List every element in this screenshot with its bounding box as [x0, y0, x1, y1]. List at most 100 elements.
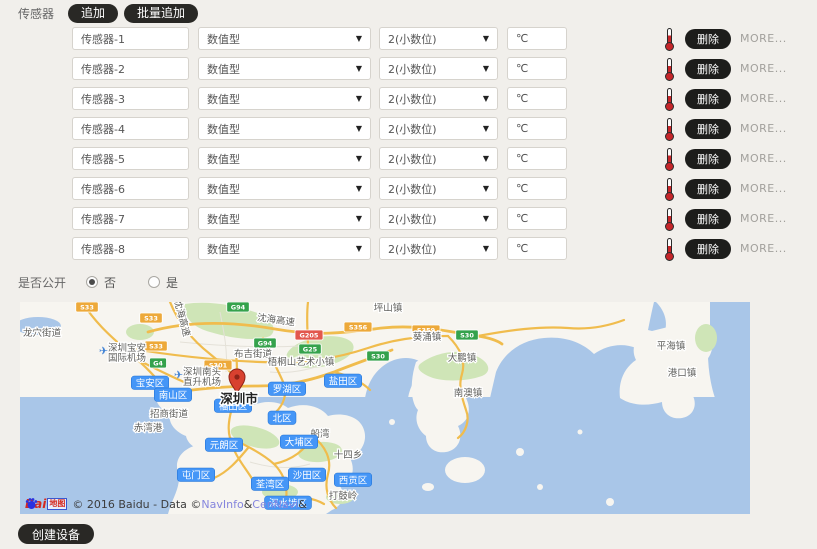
road-shield-label: S30 [460, 332, 474, 340]
sensor-type-value: 数值型 [207, 241, 240, 257]
island [606, 498, 614, 506]
road-shield-label: G94 [258, 340, 273, 348]
more-link[interactable]: MORE... [740, 212, 787, 225]
sensor-type-select[interactable]: 数值型 ▼ [198, 237, 371, 260]
delete-sensor-button[interactable]: 删除 [685, 149, 731, 169]
sensor-row: 数值型 ▼ 2(小数位) ▼ 删除 MORE... [72, 237, 817, 260]
sensor-decimals-select[interactable]: 2(小数位) ▼ [379, 177, 498, 200]
delete-sensor-button[interactable]: 删除 [685, 59, 731, 79]
sensor-name-input[interactable] [72, 27, 189, 50]
add-sensor-button[interactable]: 追加 [68, 4, 118, 23]
delete-sensor-button[interactable]: 删除 [685, 239, 731, 259]
more-link[interactable]: MORE... [740, 62, 787, 75]
road-shield-label: G4 [153, 360, 163, 368]
sensor-name-input[interactable] [72, 87, 189, 110]
sensor-type-select[interactable]: 数值型 ▼ [198, 177, 371, 200]
sensor-type-select[interactable]: 数值型 ▼ [198, 207, 371, 230]
radio-button[interactable] [148, 276, 160, 288]
chevron-down-icon: ▼ [483, 65, 489, 73]
road-shield-label: S33 [149, 343, 163, 351]
sensor-type-select[interactable]: 数值型 ▼ [198, 117, 371, 140]
more-link[interactable]: MORE... [740, 242, 787, 255]
sensor-name-input[interactable] [72, 207, 189, 230]
sensor-name-input[interactable] [72, 57, 189, 80]
chevron-down-icon: ▼ [356, 35, 362, 43]
baidu-paw-icon [25, 497, 38, 510]
sensor-name-input[interactable] [72, 117, 189, 140]
sensor-unit-input[interactable] [507, 57, 567, 80]
sensor-name-input[interactable] [72, 177, 189, 200]
island [422, 483, 434, 491]
radio-label: 是 [166, 274, 178, 291]
sensor-decimals-value: 2(小数位) [388, 61, 437, 77]
radio-option[interactable]: 是 [148, 274, 178, 291]
more-link[interactable]: MORE... [740, 122, 787, 135]
chevron-down-icon: ▼ [483, 215, 489, 223]
batch-add-sensor-button[interactable]: 批量追加 [124, 4, 198, 23]
cennavi-link[interactable]: CenNavi [252, 498, 298, 511]
sensor-type-select[interactable]: 数值型 ▼ [198, 87, 371, 110]
district-badge-label: 宝安区 [136, 378, 165, 390]
sensor-unit-input[interactable] [507, 207, 567, 230]
create-device-button[interactable]: 创建设备 [18, 524, 94, 544]
sensor-decimals-select[interactable]: 2(小数位) ▼ [379, 27, 498, 50]
sensor-type-value: 数值型 [207, 211, 240, 227]
delete-sensor-button[interactable]: 删除 [685, 209, 731, 229]
baidu-map[interactable]: S33S33S33G94G94G4S301G205G25S356S359S30S… [20, 302, 750, 514]
sensor-unit-input[interactable] [507, 177, 567, 200]
place-label: 大鹏镇 [448, 352, 477, 364]
thermometer-icon [664, 87, 675, 111]
delete-sensor-button[interactable]: 删除 [685, 119, 731, 139]
sensor-unit-input[interactable] [507, 117, 567, 140]
sensor-unit-input[interactable] [507, 147, 567, 170]
radio-button[interactable] [86, 276, 98, 288]
more-link[interactable]: MORE... [740, 152, 787, 165]
chevron-down-icon: ▼ [356, 245, 362, 253]
chevron-down-icon: ▼ [356, 95, 362, 103]
sensor-type-value: 数值型 [207, 121, 240, 137]
visibility-row: 是否公开 否是 [18, 274, 817, 290]
chevron-down-icon: ▼ [356, 155, 362, 163]
map-attribution: Bai 地图 © 2016 Baidu - Data © NavInfo & C… [25, 497, 307, 511]
map-canvas[interactable]: S33S33S33G94G94G4S301G205G25S356S359S30S… [20, 302, 750, 514]
pin-city-label: 深圳市 [220, 391, 258, 406]
sensors-header: 传感器 追加 批量追加 [0, 0, 817, 22]
sensor-decimals-select[interactable]: 2(小数位) ▼ [379, 87, 498, 110]
radio-option[interactable]: 否 [86, 274, 116, 291]
delete-sensor-button[interactable]: 删除 [685, 89, 731, 109]
baidu-logo[interactable]: Bai 地图 [25, 497, 67, 511]
chevron-down-icon: ▼ [356, 215, 362, 223]
more-link[interactable]: MORE... [740, 92, 787, 105]
sensor-type-select[interactable]: 数值型 ▼ [198, 57, 371, 80]
delete-sensor-button[interactable]: 删除 [685, 29, 731, 49]
district-badge-label: 荃湾区 [256, 479, 285, 491]
sensor-name-input[interactable] [72, 147, 189, 170]
sensor-decimals-select[interactable]: 2(小数位) ▼ [379, 117, 498, 140]
sensor-decimals-select[interactable]: 2(小数位) ▼ [379, 147, 498, 170]
place-label: 葵涌镇 [413, 331, 442, 343]
sensor-unit-input[interactable] [507, 237, 567, 260]
sensor-unit-input[interactable] [507, 27, 567, 50]
sensor-type-select[interactable]: 数值型 ▼ [198, 27, 371, 50]
sensor-decimals-value: 2(小数位) [388, 91, 437, 107]
district-badge-label: 沙田区 [293, 471, 322, 482]
navinfo-link[interactable]: NavInfo [201, 498, 243, 511]
chevron-down-icon: ▼ [356, 185, 362, 193]
sensor-name-input[interactable] [72, 237, 189, 260]
district-badge-label: 西贡区 [339, 476, 368, 487]
thermometer-icon [664, 237, 675, 261]
sensor-decimals-value: 2(小数位) [388, 241, 437, 257]
sensor-decimals-select[interactable]: 2(小数位) ▼ [379, 57, 498, 80]
sensor-decimals-select[interactable]: 2(小数位) ▼ [379, 207, 498, 230]
sensor-unit-input[interactable] [507, 87, 567, 110]
sensor-type-select[interactable]: 数值型 ▼ [198, 147, 371, 170]
more-link[interactable]: MORE... [740, 182, 787, 195]
road-shield-label: S356 [349, 324, 368, 332]
sensor-decimals-value: 2(小数位) [388, 181, 437, 197]
sensor-decimals-value: 2(小数位) [388, 121, 437, 137]
more-link[interactable]: MORE... [740, 32, 787, 45]
place-label: 打鼓岭 [329, 490, 358, 502]
place-label: 平海镇 [657, 340, 686, 352]
sensor-decimals-select[interactable]: 2(小数位) ▼ [379, 237, 498, 260]
delete-sensor-button[interactable]: 删除 [685, 179, 731, 199]
